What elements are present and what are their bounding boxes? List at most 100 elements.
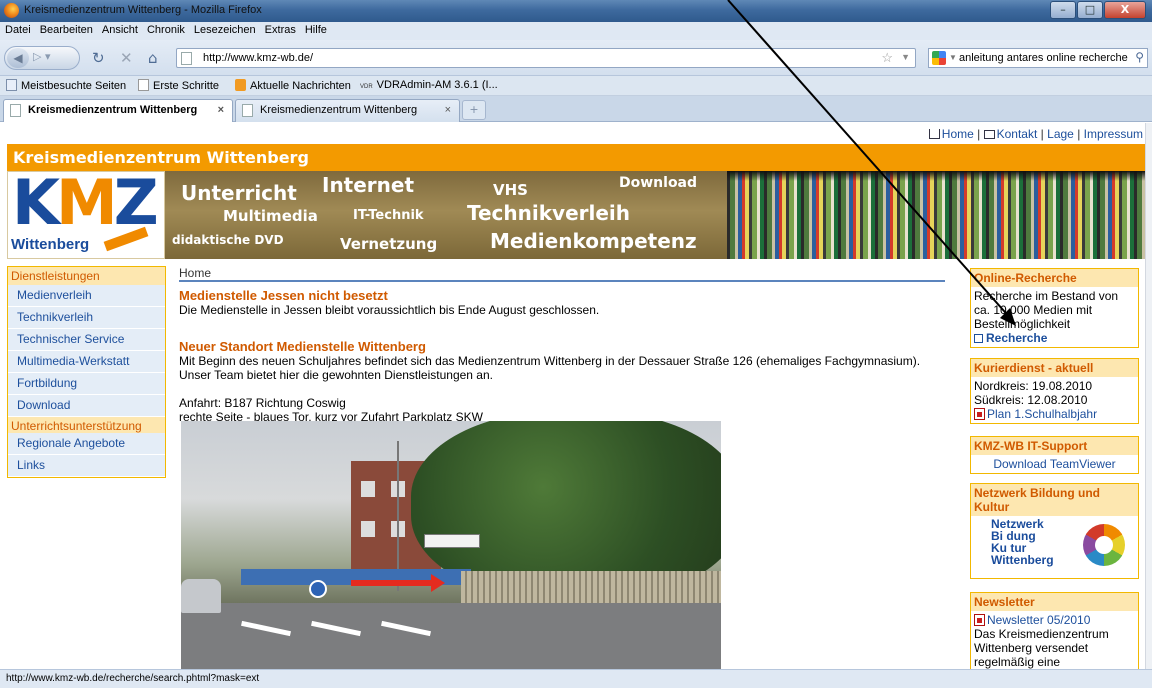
link-home[interactable]: Home <box>942 127 974 141</box>
directions-text: Anfahrt: B187 Richtung Coswig <box>179 396 346 410</box>
nav-item-multimedia-werkstatt[interactable]: Multimedia-Werkstatt <box>8 351 165 373</box>
menu-datei[interactable]: Datei <box>0 22 35 36</box>
link-impressum[interactable]: Impressum <box>1084 127 1143 141</box>
news-text-standort: Mit Beginn des neuen Schuljahres befinde… <box>179 354 921 382</box>
banner-word: Multimedia <box>223 207 318 225</box>
newsletter-text: Das Kreismedienzentrum Wittenberg versen… <box>974 627 1109 669</box>
box-header: Online-Recherche <box>971 269 1138 287</box>
kurier-nordkreis: Nordkreis: 19.08.2010 <box>974 379 1093 393</box>
banner-word: Internet <box>322 173 415 197</box>
nav-header-unterrichtsunterstuetzung: Unterrichtsunterstützung <box>8 417 165 433</box>
nav-header-dienstleistungen: Dienstleistungen <box>8 267 165 285</box>
url-text: http://www.kmz-wb.de/ <box>203 52 314 64</box>
nav-item-technischer-service[interactable]: Technischer Service <box>8 329 165 351</box>
back-forward-group: ◀ ▷ ▾ <box>4 46 80 70</box>
address-bar[interactable]: http://www.kmz-wb.de/ ☆ ▼ <box>176 48 916 68</box>
firefox-icon <box>4 3 19 18</box>
nav-item-fortbildung[interactable]: Fortbildung <box>8 373 165 395</box>
box-online-recherche: Online-Recherche Recherche im Bestand vo… <box>970 268 1139 348</box>
box-it-support: KMZ-WB IT-Support Download TeamViewer <box>970 436 1139 474</box>
external-link-icon <box>974 334 983 343</box>
tab-kmz-active[interactable]: Kreismedienzentrum Wittenberg × <box>3 99 233 122</box>
status-bar: http://www.kmz-wb.de/recherche/search.ph… <box>0 669 1152 688</box>
menu-hilfe[interactable]: Hilfe <box>300 22 331 36</box>
newsletter-link[interactable]: Newsletter 05/2010 <box>987 613 1090 627</box>
menu-bar: Datei Bearbeiten Ansicht Chronik Lesezeichen… <box>0 22 1152 40</box>
vdr-icon: VDR <box>360 84 373 90</box>
reload-icon[interactable]: ↻ <box>92 50 105 66</box>
page-icon <box>10 104 21 117</box>
banner-word: VHS <box>493 181 528 199</box>
search-bar[interactable]: ▼ anleitung antares online recherche ⚲ <box>928 48 1148 68</box>
window-title: Kreismedienzentrum Wittenberg - Mozilla … <box>24 4 262 16</box>
top-links: Home | Kontakt | Lage | Impressum <box>928 127 1143 141</box>
plan-link[interactable]: Plan 1.Schulhalbjahr <box>987 407 1097 421</box>
link-lage[interactable]: Lage <box>1047 127 1074 141</box>
site-title: Kreismedienzentrum Wittenberg <box>13 148 309 167</box>
bookmark-vdradmin[interactable]: VDR VDRAdmin-AM 3.6.1 (I... <box>360 79 498 91</box>
new-tab-button[interactable]: + <box>462 100 486 120</box>
banner-word: Unterricht <box>181 181 297 205</box>
nav-item-medienverleih[interactable]: Medienverleih <box>8 285 165 307</box>
menu-lesezeichen[interactable]: Lesezeichen <box>189 22 260 36</box>
tab-kmz-inactive[interactable]: Kreismedienzentrum Wittenberg × <box>235 99 460 122</box>
menu-bearbeiten[interactable]: Bearbeiten <box>35 22 97 36</box>
bookmark-star-icon[interactable]: ☆ <box>881 50 893 66</box>
close-tab-icon[interactable]: × <box>218 104 224 116</box>
menu-extras[interactable]: Extras <box>260 22 300 36</box>
forward-button[interactable]: ▷ ▾ <box>33 50 50 63</box>
pdf-icon <box>974 408 985 420</box>
nav-item-links[interactable]: Links <box>8 455 165 477</box>
search-engine-icon[interactable] <box>932 51 946 65</box>
menu-ansicht[interactable]: Ansicht <box>97 22 142 36</box>
banner-word: didaktische DVD <box>172 233 284 247</box>
nav-item-download[interactable]: Download <box>8 395 165 417</box>
teamviewer-link[interactable]: Download TeamViewer <box>993 457 1115 471</box>
recherche-link[interactable]: Recherche <box>986 331 1047 345</box>
search-icon[interactable]: ⚲ <box>1135 50 1144 64</box>
banner-word: Medienkompetenz <box>490 229 697 253</box>
window-controls: – □ X <box>1050 1 1146 19</box>
rss-icon <box>235 79 246 91</box>
pdf-icon <box>974 614 985 626</box>
red-arrow-icon <box>351 574 445 592</box>
box-header: Netzwerk Bildung und Kultur <box>971 484 1138 516</box>
nav-item-technikverleih[interactable]: Technikverleih <box>8 307 165 329</box>
box-header: Newsletter <box>971 593 1138 611</box>
menu-chronik[interactable]: Chronik <box>142 22 189 36</box>
page-icon <box>138 79 149 91</box>
page-icon <box>242 104 253 117</box>
bookmark-aktuelle-nachrichten[interactable]: Aktuelle Nachrichten <box>235 79 351 92</box>
banner-word: Technikverleih <box>467 201 631 225</box>
recherche-text: Recherche im Bestand von ca. 10.000 Medi… <box>974 289 1119 331</box>
vertical-scrollbar[interactable] <box>1145 123 1152 669</box>
minimize-button[interactable]: – <box>1050 1 1076 19</box>
banner-word: IT-Technik <box>353 208 424 223</box>
stop-icon[interactable]: ✕ <box>120 50 133 66</box>
page-icon <box>6 79 17 91</box>
site-header-band: Kreismedienzentrum Wittenberg <box>7 144 1145 171</box>
search-engine-dropdown-icon[interactable]: ▼ <box>949 53 957 62</box>
maximize-button[interactable]: □ <box>1077 1 1103 19</box>
box-newsletter: Newsletter Newsletter 05/2010 Das Kreism… <box>970 592 1139 669</box>
bookmarks-toolbar: Meistbesuchte Seiten Erste Schritte Aktu… <box>0 76 1152 96</box>
home-icon[interactable]: ⌂ <box>148 50 158 66</box>
bookmark-erste-schritte[interactable]: Erste Schritte <box>138 79 219 92</box>
street-photo <box>181 421 721 669</box>
netzwerk-logo[interactable]: Netzwerk Bi dung Ku tur Wittenberg <box>971 516 1138 578</box>
link-kontakt[interactable]: Kontakt <box>997 127 1038 141</box>
back-button[interactable]: ◀ <box>7 48 29 68</box>
url-dropdown-icon[interactable]: ▼ <box>901 52 910 62</box>
banner-word: Vernetzung <box>340 235 438 253</box>
bookmark-meistbesuchte[interactable]: Meistbesuchte Seiten <box>6 79 126 92</box>
box-kurierdienst: Kurierdienst - aktuell Nordkreis: 19.08.… <box>970 358 1139 424</box>
search-query: anleitung antares online recherche <box>959 52 1128 64</box>
close-tab-icon[interactable]: × <box>445 104 451 116</box>
home-icon <box>928 129 940 139</box>
kmz-logo[interactable]: KMZ Wittenberg <box>7 166 165 259</box>
close-button[interactable]: X <box>1104 1 1146 19</box>
nav-item-regionale-angebote[interactable]: Regionale Angebote <box>8 433 165 455</box>
logo-wittenberg-text: Wittenberg <box>11 236 90 253</box>
box-header: KMZ-WB IT-Support <box>971 437 1138 455</box>
tab-strip: Kreismedienzentrum Wittenberg × Kreismed… <box>0 96 1152 122</box>
